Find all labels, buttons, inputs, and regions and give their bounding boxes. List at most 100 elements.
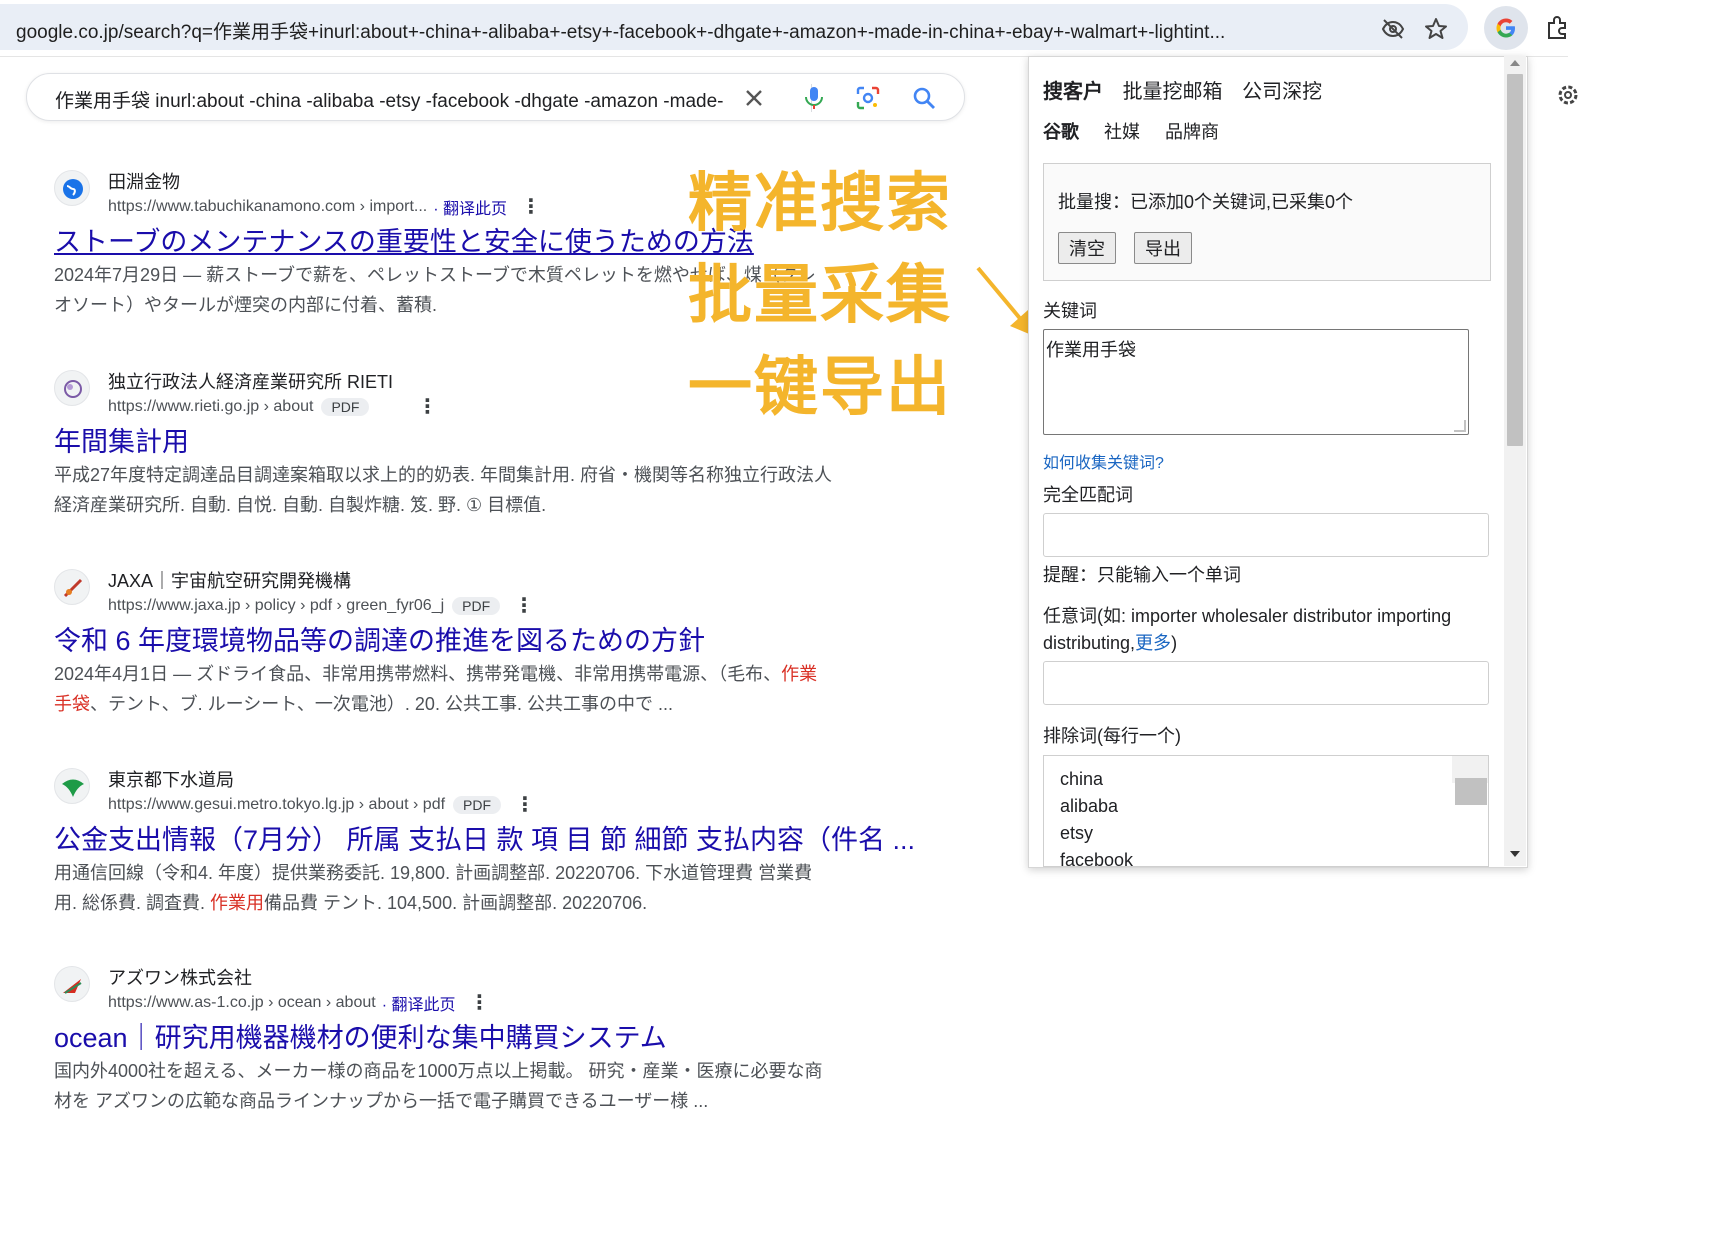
any-words-label: 任意词(如: importer wholesaler distributor i… [1043,606,1452,626]
result-site-name: アズワン株式会社 [108,968,252,988]
snippet-highlight: 手袋 [54,694,90,714]
result-title[interactable]: ocean｜研究用機器機材の便利な集中購買システム [54,1016,667,1055]
result-url-text: https://www.gesui.metro.tokyo.lg.jp › ab… [108,795,446,813]
subtab-google[interactable]: 谷歌 [1043,122,1079,142]
jaxa-rocket-icon [54,569,90,605]
snippet-highlight: 作業用 [210,893,265,913]
export-button[interactable]: 导出 [1134,232,1192,264]
more-link[interactable]: 更多 [1135,633,1171,653]
exclude-scroll-thumb[interactable] [1455,778,1487,805]
eye-off-icon[interactable] [1381,17,1405,41]
any-words-close: ) [1171,633,1178,653]
snippet-highlight: 作業 [781,664,818,684]
exclude-scrollbar[interactable] [1452,756,1488,805]
microphone-icon[interactable] [801,85,827,111]
search-input[interactable]: 作業用手袋 inurl:about -china -alibaba -etsy … [55,86,725,113]
any-words-text: distributing, [1043,633,1136,653]
resize-handle-icon[interactable] [1454,420,1466,432]
pdf-badge: PDF [452,596,501,615]
tab-batch-email[interactable]: 批量挖邮箱 [1123,81,1223,103]
result-url-text: https://www.rieti.go.jp › about [108,397,314,415]
exact-match-label: 完全匹配词 [1043,485,1133,505]
any-words-label-cont: distributing,更多) [1043,629,1177,655]
snippet-line: 2024年4月1日 — ズドライ食品、非常用携帯燃料、携帯発電機、非常用携帯電源… [54,659,874,689]
globe-icon [54,170,90,206]
tab-search-customers[interactable]: 搜客户 [1043,81,1103,103]
url-text[interactable]: google.co.jp/search?q=作業用手袋+inurl:about+… [16,17,1366,44]
result-title[interactable]: ストーブのメンテナンスの重要性と安全に使うための方法 [54,220,754,259]
search-icon[interactable] [911,85,937,111]
promo-line-precise-search: 精准搜索 [688,167,952,239]
how-to-collect-link[interactable]: 如何收集关键词? [1043,449,1164,473]
result-url: https://www.gesui.metro.tokyo.lg.jp › ab… [108,792,535,817]
extensions-puzzle-icon[interactable] [1545,14,1571,40]
keyword-value: 作業用手袋 [1046,340,1136,360]
snippet-line: 用. 総係費. 調査費. 作業用備品費 テント. 104,500. 計画調整部.… [54,888,874,918]
exclude-word: etsy [1060,823,1094,843]
more-options-icon[interactable]: ⋮ [417,394,437,419]
result-site-name: 田淵金物 [108,172,180,192]
clear-button[interactable]: 清空 [1058,232,1116,264]
pdf-badge: PDF [453,795,502,814]
batch-search-box: 批量搜：已添加0个关键词,已采集0个 清空 导出 [1043,163,1491,281]
snippet-text: 用. 総係費. 調査費. [54,893,211,913]
result-title[interactable]: 令和 6 年度環境物品等の調達の推進を図るための方針 [54,619,705,658]
exact-match-input[interactable] [1043,513,1489,557]
snippet-line: 材を アズワンの広範な商品ラインナップから一括で電子購買できるユーザー様 ... [54,1091,709,1111]
rieti-logo-icon [54,370,90,406]
result-url-text: https://www.jaxa.jp › policy › pdf › gre… [108,596,445,614]
result-url: https://www.tabuchikanamono.com › import… [108,194,541,219]
more-options-icon[interactable]: ⋮ [521,194,541,219]
result-snippet: 用通信回線（令和4. 年度）提供業務委託. 19,800. 計画調整部. 202… [54,858,874,918]
subtab-social[interactable]: 社媒 [1104,122,1140,142]
promo-line-batch-collect: 批量采集 [688,259,952,331]
settings-gear-icon[interactable] [1555,82,1581,108]
tab-company-deep[interactable]: 公司深挖 [1242,81,1322,103]
keyword-label: 关键词 [1043,301,1097,321]
google-extension-icon[interactable] [1484,6,1528,50]
snippet-line: 用通信回線（令和4. 年度）提供業務委託. 19,800. 計画調整部. 202… [54,863,813,883]
result-url: https://www.jaxa.jp › policy › pdf › gre… [108,593,534,618]
result-site-name: 東京都下水道局 [108,770,234,790]
snippet-line: 経済産業研究所. 自動. 自悦. 自動. 自製炸糖. 笈. 野. ① 目標值. [54,495,547,515]
panel-scroll-thumb[interactable] [1507,74,1523,446]
scroll-down-arrow-icon[interactable] [1510,851,1520,857]
scroll-up-arrow-icon[interactable] [1510,60,1520,66]
translate-link[interactable]: · 翻译此页 [382,991,456,1015]
batch-status-text: 批量搜：已添加0个关键词,已采集0个 [1058,192,1354,212]
subtab-brands[interactable]: 品牌商 [1165,122,1219,142]
panel-main-tabs: 搜客户 批量挖邮箱 公司深挖 [1043,75,1336,104]
bookmark-star-icon[interactable] [1424,17,1448,41]
clear-icon[interactable] [741,85,767,111]
keyword-textarea[interactable]: 作業用手袋 [1043,329,1469,435]
snippet-line: 手袋、テント、ブ. ルーシート、一次電池）. 20. 公共工事. 公共工事の中で… [54,689,874,719]
address-bar[interactable]: google.co.jp/search?q=作業用手袋+inurl:about+… [0,4,1468,50]
lens-camera-icon[interactable] [855,85,881,111]
exclude-word: alibaba [1060,796,1119,816]
exclude-word: china [1060,769,1104,789]
translate-link[interactable]: · 翻译此页 [433,195,507,219]
result-site-name: JAXA｜宇宙航空研究開発機構 [108,571,352,591]
panel-sub-tabs: 谷歌 社媒 品牌商 [1043,118,1239,144]
result-title[interactable]: 公金支出情報（7月分） 所属 支払日 款 項 目 節 細節 支払内容（件名 ..… [54,818,915,857]
result-url: https://www.as-1.co.jp › ocean › about ·… [108,990,489,1015]
promo-line-one-click-export: 一键导出 [688,351,952,423]
browser-toolbar: google.co.jp/search?q=作業用手袋+inurl:about+… [0,0,1568,57]
more-options-icon[interactable]: ⋮ [514,593,534,618]
result-url: https://www.rieti.go.jp › about PDF ⋮ [108,394,437,419]
asone-logo-icon [54,966,90,1002]
exact-match-hint: 提醒：只能输入一个单词 [1043,565,1241,585]
any-words-input[interactable] [1043,661,1489,705]
result-snippet: 国内外4000社を超える、メーカー様の商品を1000万点以上掲載。 研究・産業・… [54,1056,874,1116]
exclude-words-textarea[interactable]: china alibaba etsy facebook [1043,755,1489,867]
exclude-label: 排除词(每行一个) [1043,726,1181,746]
snippet-text: 備品費 テント. 104,500. 計画調整部. 20220706. [264,893,648,913]
search-box[interactable]: 作業用手袋 inurl:about -china -alibaba -etsy … [26,73,965,121]
gesui-tree-icon [54,768,90,804]
exclude-word: facebook [1060,850,1134,867]
panel-scrollbar[interactable] [1504,56,1526,866]
more-options-icon[interactable]: ⋮ [469,990,489,1015]
more-options-icon[interactable]: ⋮ [515,792,535,817]
result-site-name: 独立行政法人経済産業研究所 RIETI [108,372,394,392]
result-title[interactable]: 年間集計用 [54,420,189,459]
